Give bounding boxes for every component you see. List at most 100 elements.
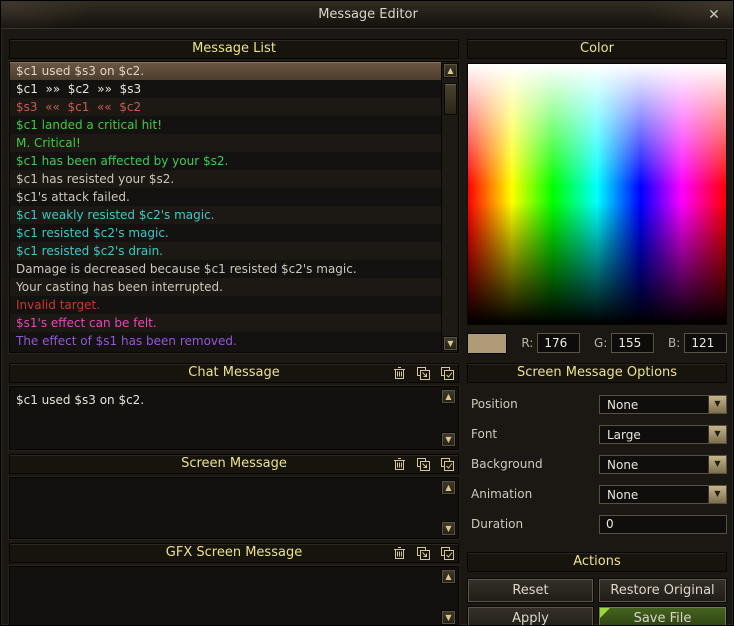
gfx-screen-message-title: GFX Screen Message (165, 545, 303, 560)
list-item[interactable]: $s1's effect can be felt. (10, 314, 441, 332)
list-item[interactable]: $c1 resisted $c2's drain. (10, 242, 441, 260)
actions-header: Actions (467, 552, 727, 572)
screen-message-header: Screen Message (9, 454, 459, 474)
message-list-rows: $c1 used $s3 on $c2. $c1 »» $c2 »» $s3 $s3… (10, 62, 441, 350)
list-item[interactable]: $c1 weakly resisted $c2's magic. (10, 206, 441, 224)
save-file-button[interactable]: Save File (598, 606, 727, 626)
option-row: Background None ▼ (467, 455, 727, 474)
gfx-screen-message-area[interactable]: ▲ ▼ (9, 566, 459, 625)
list-item[interactable]: M. Critical! (10, 134, 441, 152)
paste-icon[interactable] (416, 366, 431, 381)
message-editor-window: Message Editor ✕ Message List $c1 used $… (0, 0, 734, 626)
b-input[interactable]: 121 (684, 333, 727, 353)
color-picker-gradient[interactable] (467, 63, 727, 325)
animation-dropdown[interactable]: None ▼ (599, 485, 727, 504)
screen-message-title: Screen Message (181, 456, 287, 471)
font-label: Font (471, 427, 498, 441)
chevron-down-icon[interactable]: ▼ (708, 396, 726, 413)
apply-check-icon[interactable] (440, 546, 455, 561)
scroll-down-icon[interactable]: ▼ (441, 521, 456, 536)
screen-message-area[interactable]: ▲ ▼ (9, 477, 459, 539)
r-input[interactable]: 176 (537, 333, 581, 353)
chat-message-header: Chat Message (9, 363, 459, 383)
delete-icon[interactable] (392, 366, 407, 381)
options-rows: Position None ▼ Font Large ▼ Background None ▼ An… (467, 395, 727, 504)
left-column: Message List $c1 used $s3 on $c2. $c1 »» … (9, 39, 459, 625)
chat-message-title: Chat Message (188, 365, 280, 380)
scroll-down-icon[interactable]: ▼ (441, 610, 456, 625)
paste-icon[interactable] (416, 546, 431, 561)
option-row: Font Large ▼ (467, 425, 727, 444)
list-item[interactable]: $c1 used $s3 on $c2. (10, 62, 441, 80)
rgb-row: R: 176 G: 155 B: 121 (467, 332, 727, 354)
scroll-up-icon[interactable]: ▲ (441, 389, 456, 404)
list-item[interactable]: $c1 resisted $c2's magic. (10, 224, 441, 242)
message-list: $c1 used $s3 on $c2. $c1 »» $c2 »» $s3 $s3… (9, 61, 459, 353)
chevron-down-icon[interactable]: ▼ (708, 456, 726, 473)
color-title: Color (580, 41, 614, 56)
action-button-label: Reset (512, 583, 549, 598)
chevron-down-icon[interactable]: ▼ (708, 426, 726, 443)
b-label: B: (668, 336, 681, 350)
apply-check-icon[interactable] (440, 366, 455, 381)
option-row: Position None ▼ (467, 395, 727, 414)
screen-message-options-header: Screen Message Options (467, 363, 727, 383)
position-dropdown[interactable]: None ▼ (599, 395, 727, 414)
actions-grid: Reset Restore Original Apply Save File (467, 578, 727, 626)
screen-message-text (10, 478, 458, 484)
scroll-up-icon[interactable]: ▲ (441, 569, 456, 584)
chevron-down-icon[interactable]: ▼ (708, 486, 726, 503)
color-header: Color (467, 39, 727, 59)
list-item[interactable]: $s3 «« $c1 «« $c2 (10, 98, 441, 116)
position-label: Position (471, 397, 518, 411)
g-label: G: (594, 336, 608, 350)
restore-original-button[interactable]: Restore Original (598, 578, 727, 603)
paste-icon[interactable] (416, 457, 431, 472)
title-bar: Message Editor ✕ (1, 1, 733, 29)
list-item[interactable]: $c1 »» $c2 »» $s3 (10, 80, 441, 98)
window-title: Message Editor (318, 7, 418, 22)
duration-label: Duration (471, 517, 524, 531)
background-label: Background (471, 457, 543, 471)
duration-input[interactable]: 0 (599, 515, 727, 534)
reset-button[interactable]: Reset (467, 578, 594, 603)
scroll-down-icon[interactable]: ▼ (443, 336, 458, 351)
animation-label: Animation (471, 487, 533, 501)
delete-icon[interactable] (392, 546, 407, 561)
message-list-scrollbar[interactable]: ▲ ▼ (441, 62, 458, 352)
action-button-label: Apply (512, 611, 549, 626)
gfx-screen-message-text (10, 567, 458, 573)
list-item[interactable]: The effect of $s1 has been removed. (10, 332, 441, 350)
list-item[interactable]: $c1's attack failed. (10, 188, 441, 206)
dropdown-value: None (607, 458, 639, 472)
font-dropdown[interactable]: Large ▼ (599, 425, 727, 444)
duration-row: Duration 0 (467, 515, 727, 534)
g-input[interactable]: 155 (611, 333, 655, 353)
apply-check-icon[interactable] (440, 457, 455, 472)
scroll-down-icon[interactable]: ▼ (441, 432, 456, 447)
chat-message-text: $c1 used $s3 on $c2. (16, 393, 145, 407)
list-item[interactable]: Damage is decreased because $c1 resisted… (10, 260, 441, 278)
chat-message-area[interactable]: $c1 used $s3 on $c2. ▲ ▼ (9, 386, 459, 450)
scroll-up-icon[interactable]: ▲ (441, 480, 456, 495)
dropdown-value: None (607, 398, 639, 412)
list-item[interactable]: $c1 landed a critical hit! (10, 116, 441, 134)
list-item[interactable]: Your casting has been interrupted. (10, 278, 441, 296)
option-row: Animation None ▼ (467, 485, 727, 504)
gfx-screen-message-header: GFX Screen Message (9, 543, 459, 563)
list-item[interactable]: $c1 has been affected by your $s2. (10, 152, 441, 170)
scrollbar-thumb[interactable] (444, 83, 457, 115)
message-list-header: Message List (9, 39, 459, 59)
dropdown-value: Large (607, 428, 641, 442)
background-dropdown[interactable]: None ▼ (599, 455, 727, 474)
delete-icon[interactable] (392, 457, 407, 472)
screen-message-options-title: Screen Message Options (516, 365, 678, 380)
apply-button[interactable]: Apply (467, 606, 594, 626)
message-list-title: Message List (192, 41, 276, 56)
list-item[interactable]: $c1 has resisted your $s2. (10, 170, 441, 188)
action-button-label: Save File (633, 611, 692, 626)
dropdown-value: None (607, 488, 639, 502)
scroll-up-icon[interactable]: ▲ (443, 63, 458, 78)
close-icon[interactable]: ✕ (705, 6, 723, 24)
list-item[interactable]: Invalid target. (10, 296, 441, 314)
